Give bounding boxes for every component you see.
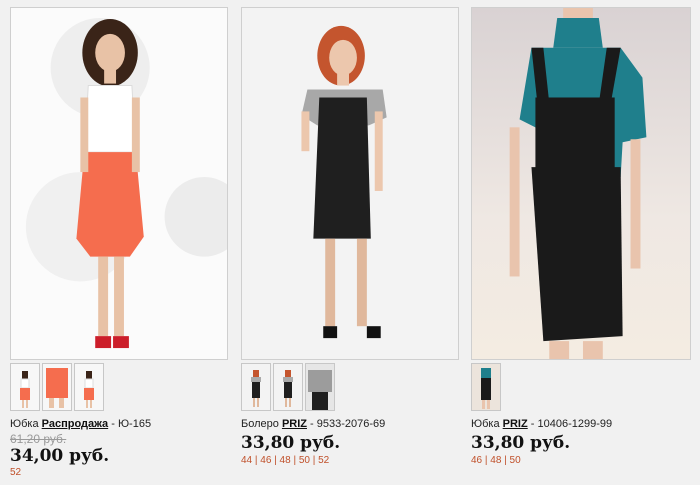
thumbnail-3[interactable]: [305, 363, 335, 411]
product-type: Юбка: [10, 418, 39, 430]
brand-link[interactable]: PRIZ: [503, 418, 528, 430]
size-list[interactable]: 52: [10, 467, 21, 478]
product-title: Юбка PRIZ - 10406-1299-99: [471, 418, 612, 430]
product-type: Болеро: [241, 418, 279, 430]
price: 33,80 руб.: [241, 433, 341, 453]
price: 33,80 руб.: [471, 433, 571, 453]
size-list[interactable]: 44 | 46 | 48 | 50 | 52: [241, 455, 329, 466]
thumbnail-1[interactable]: [10, 363, 40, 411]
product-photo[interactable]: [471, 7, 691, 360]
size-list[interactable]: 46 | 48 | 50: [471, 455, 521, 466]
product-photo[interactable]: [10, 7, 228, 360]
thumbnail-1[interactable]: [471, 363, 501, 411]
product-title: Юбка Распродажа - Ю-165: [10, 418, 151, 430]
thumbnail-2[interactable]: [42, 363, 72, 411]
brand-link[interactable]: PRIZ: [282, 418, 307, 430]
thumbnail-3[interactable]: [74, 363, 104, 411]
product-article: - 9533-2076-69: [307, 418, 386, 430]
thumbnail-1[interactable]: [241, 363, 271, 411]
old-price: 61,20 руб.: [10, 432, 67, 446]
product-title: Болеро PRIZ - 9533-2076-69: [241, 418, 385, 430]
product-article: - Ю-165: [108, 418, 152, 430]
product-article: - 10406-1299-99: [527, 418, 613, 430]
product-type: Юбка: [471, 418, 500, 430]
price: 34,00 руб.: [10, 446, 110, 466]
product-photo[interactable]: [241, 7, 459, 360]
thumbnail-2[interactable]: [273, 363, 303, 411]
brand-link[interactable]: Распродажа: [42, 418, 109, 430]
